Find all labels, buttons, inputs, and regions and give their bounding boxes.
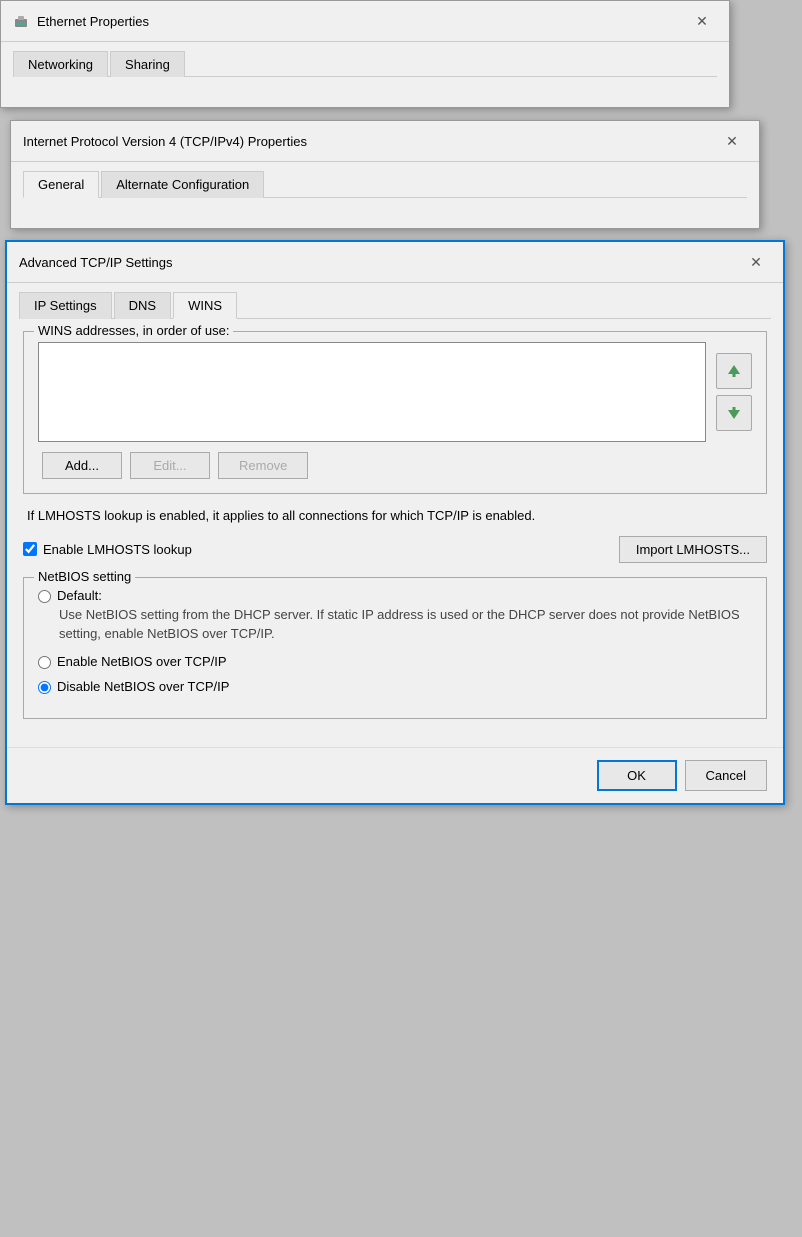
enable-netbios-radio[interactable] (38, 656, 51, 669)
wins-list-area (38, 342, 752, 442)
ipv4-title-text: Internet Protocol Version 4 (TCP/IPv4) P… (23, 134, 717, 149)
bottom-button-bar: OK Cancel (7, 747, 783, 803)
disable-netbios-radio-option: Disable NetBIOS over TCP/IP (38, 679, 752, 694)
ethernet-close-button[interactable]: ✕ (687, 9, 717, 33)
ethernet-title-bar: Ethernet Properties ✕ (1, 1, 729, 42)
disable-netbios-radio[interactable] (38, 681, 51, 694)
advanced-tcpip-window: Advanced TCP/IP Settings ✕ IP Settings D… (5, 240, 785, 805)
tab-wins[interactable]: WINS (173, 292, 237, 319)
tab-dns[interactable]: DNS (114, 292, 171, 319)
tab-networking[interactable]: Networking (13, 51, 108, 77)
tab-ip-settings[interactable]: IP Settings (19, 292, 112, 319)
add-button[interactable]: Add... (42, 452, 122, 479)
arrow-down-icon (725, 404, 743, 422)
ethernet-title-text: Ethernet Properties (37, 14, 687, 29)
ethernet-window-icon (13, 13, 29, 29)
wins-listbox[interactable] (38, 342, 706, 442)
default-radio-desc: Use NetBIOS setting from the DHCP server… (57, 605, 752, 644)
arrow-up-icon (725, 362, 743, 380)
tab-alternate-config[interactable]: Alternate Configuration (101, 171, 264, 198)
default-radio-option: Default: Use NetBIOS setting from the DH… (38, 588, 752, 644)
default-label-block: Default: Use NetBIOS setting from the DH… (57, 588, 752, 644)
wins-addresses-label: WINS addresses, in order of use: (34, 323, 233, 338)
remove-button[interactable]: Remove (218, 452, 308, 479)
tab-sharing[interactable]: Sharing (110, 51, 185, 77)
netbios-setting-group: NetBIOS setting Default: Use NetBIOS set… (23, 577, 767, 719)
advanced-tab-bar: IP Settings DNS WINS (7, 283, 783, 318)
import-lmhosts-button[interactable]: Import LMHOSTS... (619, 536, 767, 563)
enable-lmhosts-checkbox[interactable] (23, 542, 37, 556)
ipv4-close-button[interactable]: ✕ (717, 129, 747, 153)
move-down-button[interactable] (716, 395, 752, 431)
enable-netbios-radio-option: Enable NetBIOS over TCP/IP (38, 654, 752, 669)
ipv4-title-bar: Internet Protocol Version 4 (TCP/IPv4) P… (11, 121, 759, 162)
netbios-group-label: NetBIOS setting (34, 569, 135, 584)
edit-button[interactable]: Edit... (130, 452, 210, 479)
ok-button[interactable]: OK (597, 760, 677, 791)
advanced-title-text: Advanced TCP/IP Settings (19, 255, 741, 270)
wins-addresses-group: WINS addresses, in order of use: (23, 331, 767, 494)
wins-action-buttons: Add... Edit... Remove (38, 452, 752, 479)
default-radio[interactable] (38, 590, 51, 603)
disable-netbios-label[interactable]: Disable NetBIOS over TCP/IP (57, 679, 229, 694)
enable-lmhosts-label[interactable]: Enable LMHOSTS lookup (43, 542, 192, 557)
enable-netbios-label[interactable]: Enable NetBIOS over TCP/IP (57, 654, 227, 669)
ipv4-properties-window: Internet Protocol Version 4 (TCP/IPv4) P… (10, 120, 760, 229)
ipv4-tab-bar: General Alternate Configuration (11, 162, 759, 197)
advanced-close-button[interactable]: ✕ (741, 250, 771, 274)
lmhosts-row: Enable LMHOSTS lookup Import LMHOSTS... (23, 536, 767, 563)
lmhosts-info-text: If LMHOSTS lookup is enabled, it applies… (23, 506, 767, 526)
move-up-button[interactable] (716, 353, 752, 389)
default-radio-label[interactable]: Default: (57, 588, 752, 603)
advanced-title-bar: Advanced TCP/IP Settings ✕ (7, 242, 783, 283)
cancel-button[interactable]: Cancel (685, 760, 767, 791)
tab-general[interactable]: General (23, 171, 99, 198)
advanced-content: WINS addresses, in order of use: (7, 319, 783, 747)
ethernet-tab-bar: Networking Sharing (1, 42, 729, 76)
enable-lmhosts-checkbox-row: Enable LMHOSTS lookup (23, 542, 619, 557)
ethernet-properties-window: Ethernet Properties ✕ Networking Sharing (0, 0, 730, 108)
wins-arrow-buttons (716, 342, 752, 442)
